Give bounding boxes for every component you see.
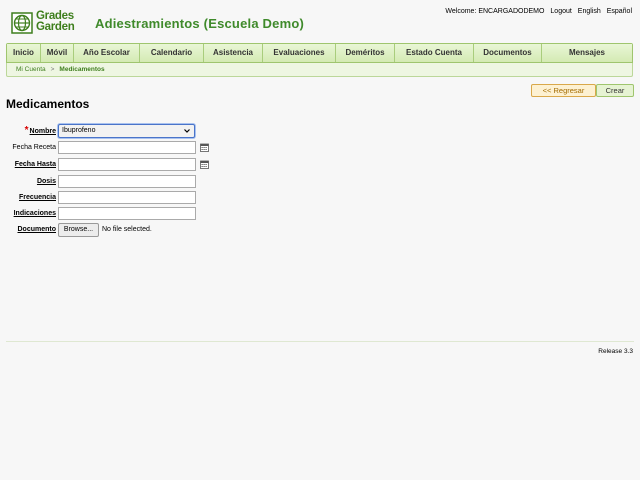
indicaciones-input[interactable]: [58, 207, 196, 220]
frecuencia-input[interactable]: [58, 191, 196, 204]
app-title: Adiestramientos (Escuela Demo): [95, 16, 305, 31]
main-menu: Inicio Móvil Año Escolar Calendario Asis…: [6, 43, 633, 63]
calendar-icon[interactable]: [200, 143, 209, 152]
menu-item-inicio[interactable]: Inicio: [7, 44, 41, 62]
back-button[interactable]: << Regresar: [531, 84, 596, 97]
footer-divider: [6, 341, 634, 342]
form-row-documento: Documento Browse... No file selected.: [0, 223, 220, 237]
indicaciones-label: Indicaciones: [13, 210, 56, 217]
breadcrumb: Mi Cuenta > Medicamentos: [6, 63, 633, 77]
nombre-label: *Nombre: [25, 124, 56, 139]
calendar-icon[interactable]: [200, 160, 209, 169]
nombre-selected-value: Ibuprofeno: [62, 127, 96, 134]
fecha-receta-label: Fecha Receta: [12, 144, 56, 151]
nombre-select[interactable]: Ibuprofeno: [58, 124, 195, 138]
fecha-hasta-input[interactable]: [58, 158, 196, 171]
browse-file-button[interactable]: Browse...: [58, 223, 99, 237]
menu-item-ano-escolar[interactable]: Año Escolar: [74, 44, 140, 62]
globe-logo-icon: [11, 12, 33, 34]
breadcrumb-current: Medicamentos: [59, 66, 105, 73]
dosis-input[interactable]: [58, 175, 196, 188]
menu-item-calendario[interactable]: Calendario: [140, 44, 204, 62]
form-row-dosis: Dosis: [0, 175, 220, 189]
release-version: Release 3.3: [598, 348, 633, 355]
logout-link[interactable]: Logout: [550, 8, 571, 15]
menu-item-asistencia[interactable]: Asistencia: [204, 44, 263, 62]
language-english-link[interactable]: English: [578, 8, 601, 15]
fecha-hasta-label: Fecha Hasta: [14, 161, 56, 168]
top-user-bar: Welcome: ENCARGADODEMO Logout English Es…: [441, 8, 632, 15]
language-spanish-link[interactable]: Español: [607, 8, 632, 15]
documento-label: Documento: [17, 226, 57, 233]
form-row-nombre: *Nombre Ibuprofeno: [0, 124, 220, 138]
welcome-text: Welcome: ENCARGADODEMO: [445, 8, 545, 15]
breadcrumb-separator: >: [50, 66, 55, 73]
required-marker: *: [24, 125, 29, 136]
chevron-down-icon: [184, 129, 190, 133]
logo-line-2: Garden: [36, 21, 75, 33]
frecuencia-label: Frecuencia: [19, 194, 56, 201]
menu-item-estado-cuenta[interactable]: Estado Cuenta: [395, 44, 474, 62]
form-row-fecha-receta: Fecha Receta: [0, 141, 220, 155]
file-status-text: No file selected.: [102, 226, 152, 233]
menu-item-evaluaciones[interactable]: Evaluaciones: [263, 44, 336, 62]
dosis-label: Dosis: [36, 178, 56, 185]
form-row-indicaciones: Indicaciones: [0, 207, 220, 221]
logo-text: Grades Garden: [36, 10, 75, 33]
nombre-label-text: Nombre: [29, 128, 56, 135]
menu-item-movil[interactable]: Móvil: [41, 44, 74, 62]
form-row-fecha-hasta: Fecha Hasta: [0, 158, 220, 172]
create-button[interactable]: Crear: [596, 84, 634, 97]
menu-item-documentos[interactable]: Documentos: [474, 44, 542, 62]
menu-item-mensajes[interactable]: Mensajes: [542, 44, 632, 62]
page-title: Medicamentos: [6, 97, 90, 111]
breadcrumb-mi-cuenta[interactable]: Mi Cuenta: [16, 66, 46, 73]
fecha-receta-input[interactable]: [58, 141, 196, 154]
form-row-frecuencia: Frecuencia: [0, 191, 220, 205]
menu-item-demeritos[interactable]: Deméritos: [336, 44, 395, 62]
grades-garden-logo[interactable]: Grades Garden: [11, 10, 81, 35]
